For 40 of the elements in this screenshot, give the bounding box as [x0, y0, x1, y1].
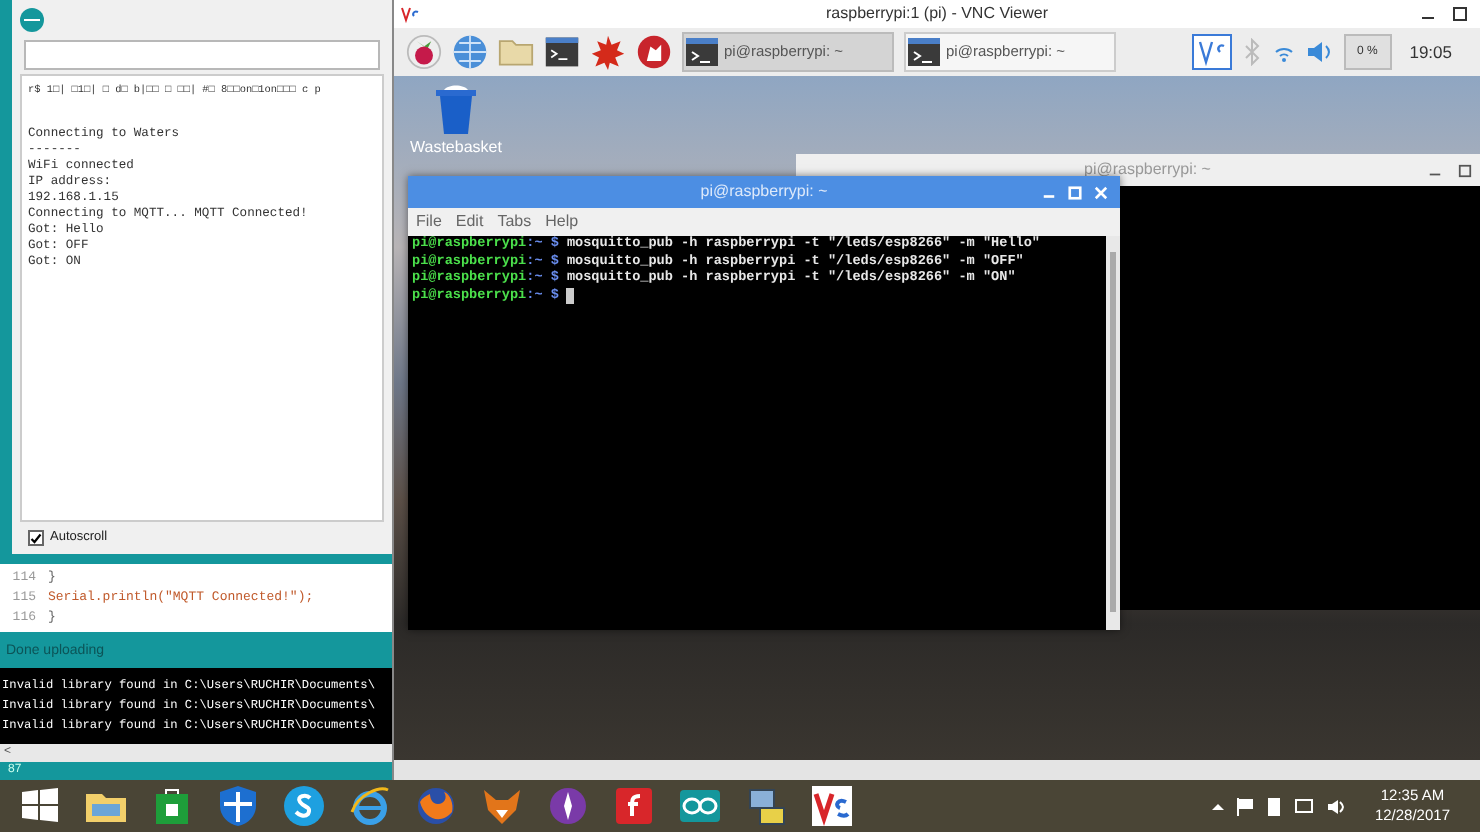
shield-icon[interactable] [216, 784, 260, 828]
wolf-icon[interactable] [636, 34, 672, 70]
flag-icon[interactable] [1236, 797, 1255, 815]
compass-icon[interactable] [546, 784, 590, 828]
raspberry-icon[interactable] [406, 34, 442, 70]
maximize-icon[interactable] [1458, 163, 1472, 177]
terminal-icon [686, 38, 718, 66]
vnc-logo-icon[interactable] [1191, 34, 1232, 70]
burst-icon[interactable] [590, 34, 626, 70]
window-title: pi@raspberrypi: ~ [700, 180, 828, 204]
horizontal-scrollbar[interactable] [394, 760, 1480, 780]
firefox-icon[interactable] [414, 784, 458, 828]
close-icon[interactable] [1094, 185, 1108, 199]
network-computer-icon[interactable] [744, 784, 788, 828]
trash-bin-icon[interactable] [431, 84, 480, 136]
windows-logo-icon[interactable] [18, 784, 62, 828]
globe-icon[interactable] [452, 34, 488, 70]
caret-up-icon[interactable] [1212, 800, 1225, 812]
shopping-bag-icon[interactable] [150, 784, 194, 828]
menu-item[interactable]: Help [545, 210, 579, 234]
vertical-scrollbar[interactable] [1106, 236, 1120, 630]
window-title: raspberrypi:1 (pi) - VNC Viewer [826, 2, 1048, 26]
skype-icon[interactable] [282, 784, 326, 828]
volume-icon[interactable] [1326, 797, 1347, 815]
fox-icon[interactable] [480, 784, 524, 828]
letter-f-icon[interactable] [612, 784, 656, 828]
vnc-logo-icon[interactable] [810, 784, 854, 828]
panel-clock: 19:05 [1409, 39, 1452, 65]
terminal-icon [908, 38, 940, 66]
window-title: pi@raspberrypi: ~ [1084, 158, 1211, 182]
autoscroll-checkbox[interactable] [28, 530, 44, 547]
vnc-logo-icon [400, 4, 420, 24]
menu-item[interactable]: Tabs [497, 210, 532, 234]
send-input-field[interactable] [24, 40, 380, 70]
menu-item[interactable]: Edit [455, 210, 484, 234]
desktop-icon-label: Wastebasket [410, 136, 502, 160]
menu-item[interactable]: File [416, 210, 442, 234]
maximize-icon[interactable] [1452, 6, 1468, 22]
terminal-icon[interactable] [544, 34, 580, 70]
browser-e-icon[interactable] [348, 784, 392, 828]
